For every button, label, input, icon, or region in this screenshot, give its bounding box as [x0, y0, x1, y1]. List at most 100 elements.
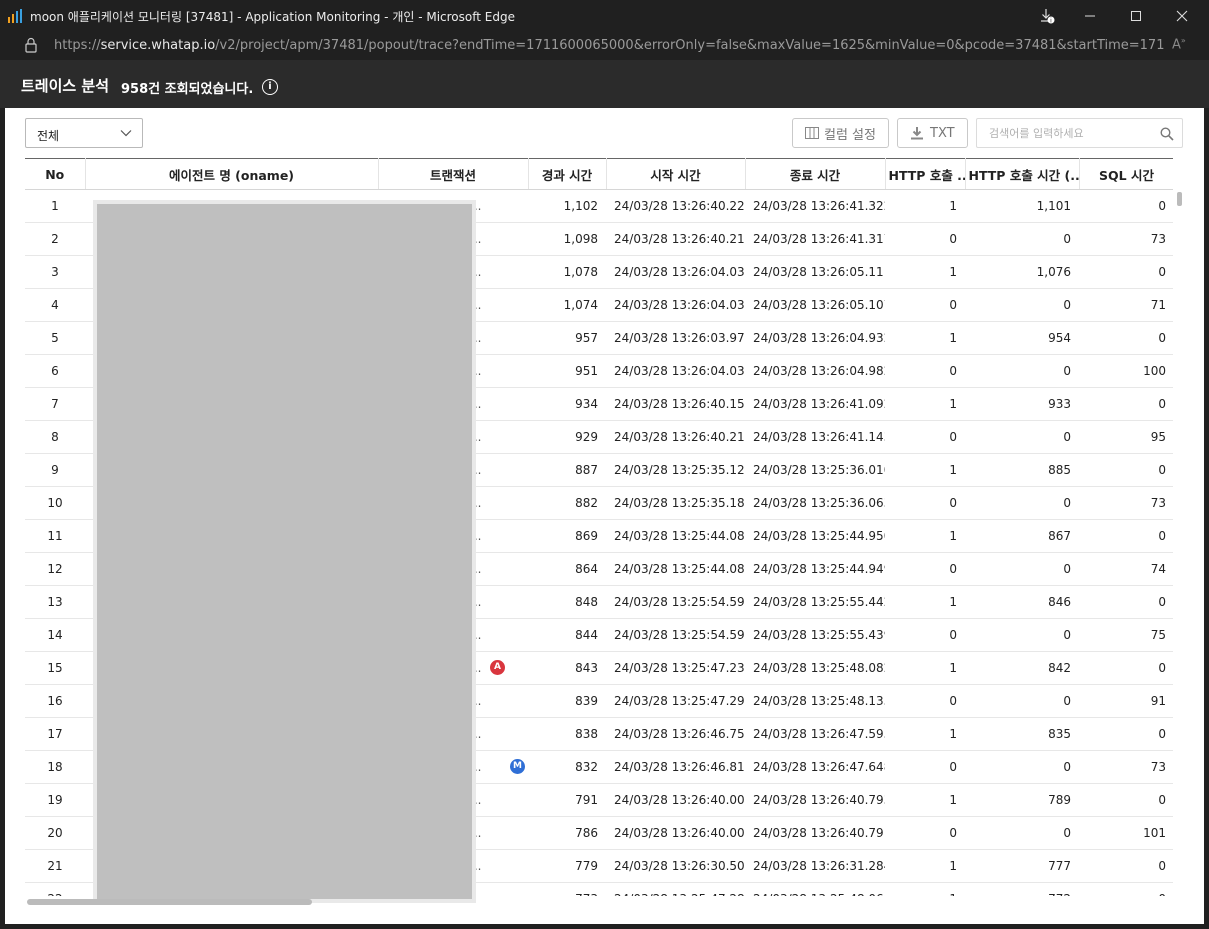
- sql-time-cell: 71: [1079, 288, 1173, 322]
- start-time-cell: 24/03/28 13:25:47.239: [606, 651, 745, 685]
- elapsed-time-cell: 864: [528, 552, 606, 586]
- read-aloud-icon[interactable]: A»: [1172, 36, 1190, 54]
- column-header-http-call-count[interactable]: HTTP 호출 ...: [885, 158, 966, 190]
- sql-time-cell: 100: [1079, 354, 1173, 388]
- column-header-agent-name[interactable]: 에이전트 명 (oname): [85, 158, 379, 190]
- maximize-button[interactable]: [1113, 0, 1159, 32]
- search-input[interactable]: [987, 126, 1156, 141]
- http-call-time-cell: 0: [965, 552, 1079, 586]
- end-time-cell: 24/03/28 13:26:47.595: [745, 717, 885, 751]
- badge-m-icon[interactable]: M: [510, 759, 525, 774]
- sql-time-cell: 73: [1079, 750, 1173, 784]
- start-time-cell: 24/03/28 13:26:46.816: [606, 750, 745, 784]
- url-host: service.whatap.io: [100, 38, 216, 53]
- start-time-cell: 24/03/28 13:26:40.220: [606, 189, 745, 223]
- end-time-cell: 24/03/28 13:26:04.982: [745, 354, 885, 388]
- end-time-cell: 24/03/28 13:25:44.949: [745, 552, 885, 586]
- table-header-row: No 에이전트 명 (oname) 트랜잭션 경과 시간 시작 시간 종료 시간…: [25, 158, 1173, 190]
- elapsed-time-cell: 1,102: [528, 189, 606, 223]
- start-time-cell: 24/03/28 13:25:47.286: [606, 882, 745, 896]
- search-box[interactable]: [976, 118, 1183, 148]
- info-icon[interactable]: i: [262, 79, 278, 95]
- end-time-cell: 24/03/28 13:26:05.107: [745, 288, 885, 322]
- elapsed-time-cell: 929: [528, 420, 606, 454]
- badge-a-icon[interactable]: A: [490, 660, 505, 675]
- elapsed-time-cell: 791: [528, 783, 606, 817]
- column-header-start-time[interactable]: 시작 시간: [606, 158, 746, 190]
- end-time-cell: 24/03/28 13:26:40.793: [745, 783, 885, 817]
- http-call-count-cell: 0: [885, 222, 965, 256]
- http-call-time-cell: 954: [965, 321, 1079, 355]
- http-call-time-cell: 772: [965, 882, 1079, 896]
- row-number: 9: [25, 453, 85, 487]
- start-time-cell: 24/03/28 13:25:44.081: [606, 519, 745, 553]
- column-header-end-time[interactable]: 종료 시간: [745, 158, 886, 190]
- column-header-elapsed-time[interactable]: 경과 시간: [528, 158, 607, 190]
- start-time-cell: 24/03/28 13:25:35.181: [606, 486, 745, 520]
- end-time-cell: 24/03/28 13:25:48.082: [745, 651, 885, 685]
- column-header-sql-time[interactable]: SQL 시간: [1079, 158, 1173, 190]
- end-time-cell: 24/03/28 13:26:47.648: [745, 750, 885, 784]
- txt-export-button[interactable]: TXT: [897, 118, 968, 148]
- start-time-cell: 24/03/28 13:26:04.031: [606, 354, 745, 388]
- http-call-time-cell: 835: [965, 717, 1079, 751]
- http-call-count-cell: 1: [885, 849, 965, 883]
- column-header-no[interactable]: No: [25, 158, 86, 190]
- search-icon[interactable]: [1160, 127, 1174, 141]
- url-text[interactable]: https://service.whatap.io/v2/project/apm…: [54, 38, 1164, 53]
- http-call-count-cell: 1: [885, 321, 965, 355]
- start-time-cell: 24/03/28 13:26:04.033: [606, 255, 745, 289]
- address-bar[interactable]: https://service.whatap.io/v2/project/apm…: [0, 32, 1209, 60]
- http-call-time-cell: 0: [965, 750, 1079, 784]
- row-number: 5: [25, 321, 85, 355]
- elapsed-time-cell: 773: [528, 882, 606, 896]
- app-chart-icon: [8, 9, 22, 23]
- column-header-transaction[interactable]: 트랜잭션: [378, 158, 529, 190]
- start-time-cell: 24/03/28 13:25:54.594: [606, 585, 745, 619]
- elapsed-time-cell: 779: [528, 849, 606, 883]
- elapsed-time-cell: 1,098: [528, 222, 606, 256]
- elapsed-time-cell: 838: [528, 717, 606, 751]
- sql-time-cell: 75: [1079, 618, 1173, 652]
- end-time-cell: 24/03/28 13:25:36.010: [745, 453, 885, 487]
- row-number: 7: [25, 387, 85, 421]
- lock-icon[interactable]: [24, 37, 38, 53]
- column-settings-button[interactable]: 컬럼 설정: [792, 118, 889, 148]
- sql-time-cell: 95: [1079, 420, 1173, 454]
- row-number: 6: [25, 354, 85, 388]
- http-call-time-cell: 0: [965, 816, 1079, 850]
- row-number: 16: [25, 684, 85, 718]
- vertical-scrollbar[interactable]: [1177, 192, 1182, 206]
- elapsed-time-cell: 848: [528, 585, 606, 619]
- downloads-icon[interactable]: i: [1024, 0, 1070, 32]
- minimize-button[interactable]: [1067, 0, 1113, 32]
- http-call-time-cell: 0: [965, 420, 1079, 454]
- txt-export-label: TXT: [930, 125, 955, 141]
- download-icon: [911, 127, 923, 140]
- http-call-time-cell: 867: [965, 519, 1079, 553]
- start-time-cell: 24/03/28 13:25:54.595: [606, 618, 745, 652]
- http-call-count-cell: 1: [885, 651, 965, 685]
- start-time-cell: 24/03/28 13:26:46.757: [606, 717, 745, 751]
- end-time-cell: 24/03/28 13:25:48.060: [745, 882, 885, 896]
- row-number: 4: [25, 288, 85, 322]
- main-content: 전체 컬럼 설정 TXT No: [5, 108, 1204, 924]
- http-call-time-cell: 0: [965, 222, 1079, 256]
- row-number: 18: [25, 750, 85, 784]
- url-path: /v2/project/apm/37481/popout/trace?endTi…: [215, 38, 1164, 53]
- sql-time-cell: 0: [1079, 453, 1173, 487]
- start-time-cell: 24/03/28 13:26:40.214: [606, 420, 745, 454]
- filter-select[interactable]: 전체: [25, 118, 143, 148]
- http-call-count-cell: 1: [885, 387, 965, 421]
- row-number: 22: [25, 882, 85, 896]
- http-call-count-cell: 1: [885, 519, 965, 553]
- row-number: 17: [25, 717, 85, 751]
- horizontal-scrollbar[interactable]: [27, 899, 312, 905]
- chevron-down-icon: [120, 130, 132, 137]
- close-button[interactable]: [1159, 0, 1205, 32]
- sql-time-cell: 0: [1079, 783, 1173, 817]
- http-call-count-cell: 0: [885, 816, 965, 850]
- end-time-cell: 24/03/28 13:25:36.063: [745, 486, 885, 520]
- sql-time-cell: 0: [1079, 882, 1173, 896]
- column-header-http-call-time[interactable]: HTTP 호출 시간 (...: [965, 158, 1080, 190]
